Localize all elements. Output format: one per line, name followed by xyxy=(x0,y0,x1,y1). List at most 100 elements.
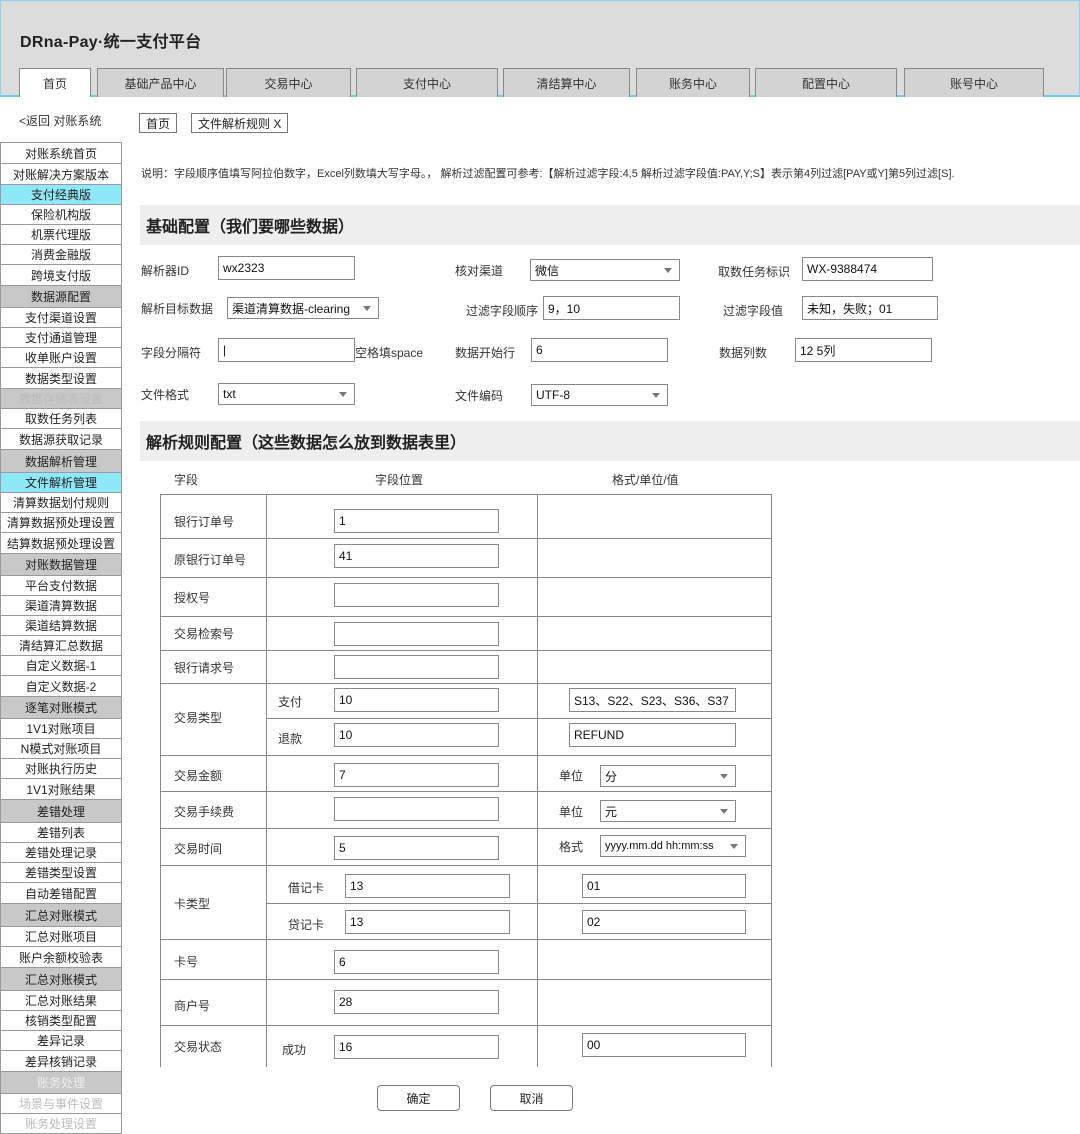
filter-order-input[interactable]: 9，10 xyxy=(543,296,680,320)
sidebar-item[interactable]: 渠道结算数据 xyxy=(0,616,122,636)
merchant-position-input[interactable]: 28 xyxy=(334,990,499,1014)
sidebar-item[interactable]: 清算数据划付规则 xyxy=(0,493,122,513)
sidebar-item[interactable]: 差异记录 xyxy=(0,1031,122,1051)
sidebar-item[interactable]: 差错列表 xyxy=(0,823,122,843)
column-header-position: 字段位置 xyxy=(375,471,423,488)
sidebar-item[interactable]: 对账系统首页 xyxy=(0,142,122,164)
row-label-ref-no: 交易检索号 xyxy=(174,625,234,642)
parser-id-input[interactable]: wx2323 xyxy=(218,256,355,280)
sidebar-item[interactable]: 数据源获取记录 xyxy=(0,429,122,450)
back-link[interactable]: <返回 对账系统 xyxy=(19,112,101,129)
tab-home[interactable]: 首页 xyxy=(19,68,91,97)
card-type-debit-value-input[interactable]: 01 xyxy=(582,874,746,898)
tab-trade[interactable]: 交易中心 xyxy=(226,68,351,97)
sidebar-item[interactable]: 汇总对账结果 xyxy=(0,991,122,1011)
sidebar-item[interactable]: 汇总对账项目 xyxy=(0,927,122,947)
sidebar-item[interactable]: N模式对账项目 xyxy=(0,739,122,759)
status-success-value-input[interactable]: 00 xyxy=(582,1033,746,1057)
sidebar-item[interactable]: 账务处理设置 xyxy=(0,1114,122,1134)
sidebar-item[interactable]: 数据存储表设置 xyxy=(0,389,122,409)
time-format-select[interactable]: yyyy.mm.dd hh:mm:ss xyxy=(600,835,746,857)
sidebar-item[interactable]: 自动差错配置 xyxy=(0,883,122,904)
sidebar-item[interactable]: 对账解决方案版本 xyxy=(0,164,122,185)
sidebar-section-header[interactable]: 账务处理 xyxy=(0,1072,122,1094)
card-type-credit-position-input[interactable]: 13 xyxy=(345,910,510,934)
tab-payment[interactable]: 支付中心 xyxy=(356,68,498,97)
sidebar-item[interactable]: 1V1对账结果 xyxy=(0,779,122,800)
sidebar-section-header[interactable]: 汇总对账模式 xyxy=(0,968,122,991)
sidebar-item[interactable]: 差错类型设置 xyxy=(0,863,122,883)
tab-account[interactable]: 账号中心 xyxy=(904,68,1044,97)
columns-input[interactable]: 12 5列 xyxy=(795,338,932,362)
sidebar-item[interactable]: 支付经典版 xyxy=(0,185,122,205)
amount-position-input[interactable]: 7 xyxy=(334,763,499,787)
amount-unit-select[interactable]: 分 xyxy=(600,765,736,787)
sidebar-item[interactable]: 账户余额校验表 xyxy=(0,947,122,968)
card-type-debit-position-input[interactable]: 13 xyxy=(345,874,510,898)
sidebar-item[interactable]: 支付通道管理 xyxy=(0,328,122,348)
time-position-input[interactable]: 5 xyxy=(334,836,499,860)
sidebar-item[interactable]: 对账执行历史 xyxy=(0,759,122,779)
filter-value-input[interactable]: 未知，失败；01 xyxy=(802,296,938,320)
sidebar-item[interactable]: 清算数据预处理设置 xyxy=(0,513,122,533)
tab-clearing[interactable]: 清结算中心 xyxy=(503,68,630,97)
sidebar-section-header[interactable]: 数据源配置 xyxy=(0,286,122,308)
sidebar-item[interactable]: 保险机构版 xyxy=(0,205,122,225)
sidebar-section-header[interactable]: 逐笔对账模式 xyxy=(0,697,122,719)
cancel-button[interactable]: 取消 xyxy=(490,1085,573,1111)
sidebar-item[interactable]: 消费金融版 xyxy=(0,245,122,265)
trade-type-refund-position-input[interactable]: 10 xyxy=(334,723,499,747)
format-select[interactable]: txt xyxy=(218,383,355,405)
trade-type-pay-value-input[interactable]: S13、S22、S23、S36、S37 xyxy=(569,688,736,712)
sidebar-section-header[interactable]: 汇总对账模式 xyxy=(0,904,122,927)
fee-position-input[interactable] xyxy=(334,797,499,821)
target-select[interactable]: 渠道清算数据-clearing xyxy=(227,297,379,319)
sidebar-item[interactable]: 清结算汇总数据 xyxy=(0,636,122,656)
ref-no-position-input[interactable] xyxy=(334,622,499,646)
sidebar-item[interactable]: 1V1对账项目 xyxy=(0,719,122,739)
start-row-input[interactable]: 6 xyxy=(531,338,668,362)
separator-input[interactable]: | xyxy=(218,338,355,362)
breadcrumb-home[interactable]: 首页 xyxy=(139,113,177,133)
sidebar-section-header[interactable]: 差错处理 xyxy=(0,800,122,823)
sidebar-item[interactable]: 机票代理版 xyxy=(0,225,122,245)
orig-bank-order-position-input[interactable]: 41 xyxy=(334,544,499,568)
card-type-credit-label: 贷记卡 xyxy=(288,916,324,933)
sidebar-item[interactable]: 场景与事件设置 xyxy=(0,1094,122,1114)
sidebar-item[interactable]: 数据类型设置 xyxy=(0,368,122,389)
encoding-select[interactable]: UTF-8 xyxy=(531,384,668,406)
status-success-position-input[interactable]: 16 xyxy=(334,1035,499,1059)
bank-order-position-input[interactable]: 1 xyxy=(334,509,499,533)
trade-type-refund-value-input[interactable]: REFUND xyxy=(569,723,736,747)
sidebar-item[interactable]: 结算数据预处理设置 xyxy=(0,533,122,554)
sidebar-item[interactable]: 自定义数据-2 xyxy=(0,676,122,697)
task-input[interactable]: WX-9388474 xyxy=(802,257,933,281)
tab-products[interactable]: 基础产品中心 xyxy=(97,68,224,97)
sidebar-item[interactable]: 支付渠道设置 xyxy=(0,308,122,328)
tab-accounting[interactable]: 账务中心 xyxy=(636,68,750,97)
row-label-status: 交易状态 xyxy=(174,1038,222,1055)
confirm-button[interactable]: 确定 xyxy=(377,1085,460,1111)
card-no-position-input[interactable]: 6 xyxy=(334,950,499,974)
tab-config[interactable]: 配置中心 xyxy=(755,68,897,97)
sidebar-item[interactable]: 自定义数据-1 xyxy=(0,656,122,676)
sidebar-section-header[interactable]: 数据解析管理 xyxy=(0,450,122,473)
sidebar-item[interactable]: 差异核销记录 xyxy=(0,1051,122,1072)
auth-no-position-input[interactable] xyxy=(334,583,499,607)
sidebar-item[interactable]: 文件解析管理 xyxy=(0,473,122,493)
sidebar-item[interactable]: 差错处理记录 xyxy=(0,843,122,863)
sidebar-item[interactable]: 渠道清算数据 xyxy=(0,596,122,616)
sidebar-section-header[interactable]: 对账数据管理 xyxy=(0,554,122,576)
sidebar-item[interactable]: 跨境支付版 xyxy=(0,265,122,286)
bank-request-position-input[interactable] xyxy=(334,655,499,679)
channel-select[interactable]: 微信 xyxy=(530,259,680,281)
sidebar-item[interactable]: 收单账户设置 xyxy=(0,348,122,368)
sidebar-item[interactable]: 核销类型配置 xyxy=(0,1011,122,1031)
card-type-credit-value-input[interactable]: 02 xyxy=(582,910,746,934)
breadcrumb-current-tab[interactable]: 文件解析规则 X xyxy=(191,113,288,133)
trade-type-pay-position-input[interactable]: 10 xyxy=(334,688,499,712)
sidebar-item[interactable]: 取数任务列表 xyxy=(0,409,122,429)
row-label-bank-request: 银行请求号 xyxy=(174,659,234,676)
fee-unit-select[interactable]: 元 xyxy=(600,800,736,822)
sidebar-item[interactable]: 平台支付数据 xyxy=(0,576,122,596)
